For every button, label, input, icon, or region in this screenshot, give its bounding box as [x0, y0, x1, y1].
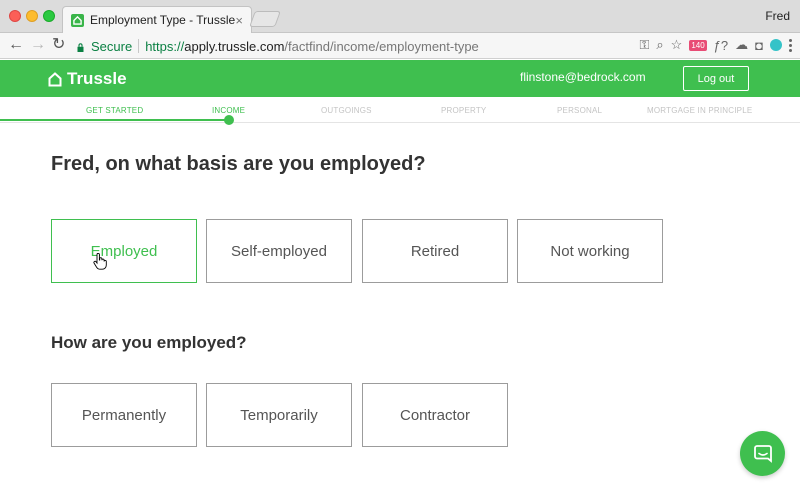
extension-badge[interactable]: 140 [689, 39, 707, 51]
option-retired[interactable]: Retired [362, 219, 508, 283]
back-arrow-icon[interactable]: ← [8, 37, 24, 53]
address-bar[interactable]: Secure https://apply.trussle.com/factfin… [76, 36, 656, 56]
step-income[interactable]: INCOME [212, 106, 245, 115]
forward-arrow-icon[interactable]: → [30, 37, 46, 53]
omnibox-divider [138, 39, 140, 53]
home-icon [48, 71, 62, 86]
site-header: Trussle flinstone@bedrock.com Log out [0, 60, 800, 97]
bookmark-star-icon[interactable]: ☆ [671, 37, 683, 53]
url-protocol: https:// [145, 38, 185, 54]
step-personal: PERSONAL [557, 106, 603, 115]
browser-tab[interactable]: Employment Type - Trussle - T × [62, 6, 252, 33]
tab-title: Employment Type - Trussle - T [90, 13, 240, 27]
chat-icon [753, 444, 772, 463]
step-get-started[interactable]: GET STARTED [86, 106, 143, 115]
progress-current-dot [224, 115, 234, 125]
reload-icon[interactable]: ↻ [52, 37, 65, 53]
new-tab-button[interactable] [249, 11, 281, 27]
logout-button[interactable]: Log out [683, 66, 749, 91]
minimize-window-button[interactable] [26, 10, 38, 22]
step-outgoings: OUTGOINGS [321, 106, 372, 115]
chat-launcher-button[interactable] [740, 431, 785, 476]
question-employment-basis: Fred, on what basis are you employed? [51, 153, 426, 175]
cloud-icon[interactable]: ☁ [735, 37, 748, 53]
font-extension-icon[interactable]: ƒ? [714, 38, 728, 53]
option-permanently[interactable]: Permanently [51, 383, 197, 447]
option-not-working[interactable]: Not working [517, 219, 663, 283]
toolbar-icons: ⚿ ⌕ ☆ 140 ƒ? ☁ ◘ [639, 37, 792, 53]
lock-icon [77, 42, 84, 52]
tab-close-icon[interactable]: × [235, 13, 243, 28]
hand-pointer-icon [93, 253, 107, 270]
question-employment-type: How are you employed? [51, 333, 247, 352]
browser-tab-bar: Employment Type - Trussle - T × Fred [0, 0, 800, 33]
trussle-favicon-icon [71, 13, 84, 27]
progress-bar-fill [0, 119, 229, 121]
option-contractor[interactable]: Contractor [362, 383, 508, 447]
key-icon[interactable]: ⚿ [639, 37, 649, 53]
url-path: /factfind/income/employment-type [284, 38, 479, 54]
option-self-employed[interactable]: Self-employed [206, 219, 352, 283]
step-mortgage-in-principle: MORTGAGE IN PRINCIPLE [647, 106, 753, 115]
user-email: flinstone@bedrock.com [520, 70, 646, 84]
menu-dots-icon[interactable] [789, 38, 792, 52]
zoom-icon[interactable]: ⌕ [656, 37, 663, 53]
extension-circle-icon[interactable] [770, 39, 782, 51]
step-property: PROPERTY [441, 106, 487, 115]
profile-name[interactable]: Fred [765, 9, 790, 23]
brand-logo[interactable]: Trussle [48, 69, 127, 89]
brand-name: Trussle [67, 69, 127, 88]
maximize-window-button[interactable] [43, 10, 55, 22]
option-employed[interactable]: Employed [51, 219, 197, 283]
camera-icon[interactable]: ◘ [755, 38, 763, 53]
option-temporarily[interactable]: Temporarily [206, 383, 352, 447]
browser-toolbar: ← → ↻ Secure https://apply.trussle.com/f… [0, 33, 800, 59]
close-window-button[interactable] [9, 10, 21, 22]
secure-label: Secure [91, 38, 133, 54]
url-host: apply.trussle.com [184, 38, 285, 54]
